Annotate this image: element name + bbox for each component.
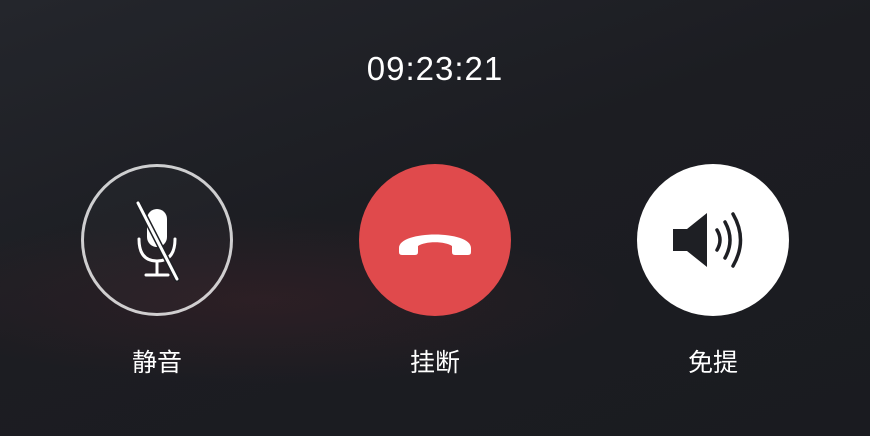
speaker-icon xyxy=(673,212,743,268)
call-timer: 09:23:21 xyxy=(366,50,504,87)
mic-off-icon xyxy=(135,200,180,282)
mute-button[interactable] xyxy=(81,164,233,316)
mute-label: 静音 xyxy=(131,348,182,377)
speaker-label: 免提 xyxy=(687,348,738,377)
hangup-label: 挂断 xyxy=(409,348,460,377)
phone-hangup-icon xyxy=(399,234,471,255)
speaker-button[interactable] xyxy=(637,164,789,316)
hangup-button[interactable] xyxy=(359,164,511,316)
